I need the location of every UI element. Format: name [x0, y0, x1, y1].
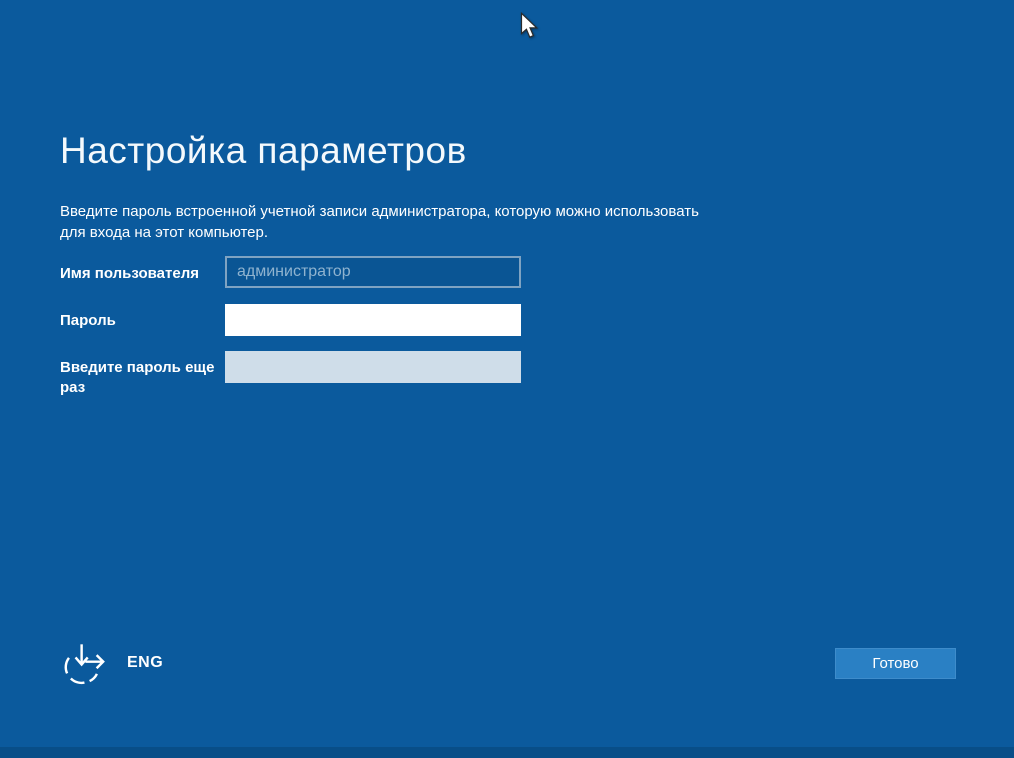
page-description-line2: для входа на этот компьютер.	[60, 222, 699, 243]
password-input[interactable]	[225, 304, 521, 336]
oobe-settings-screen: { "page": { "title": "Настройка параметр…	[0, 0, 1014, 758]
bottom-accent-strip	[0, 747, 1014, 758]
username-label: Имя пользователя	[60, 264, 199, 284]
confirm-password-input[interactable]	[225, 351, 521, 383]
confirm-password-label: Введите пароль еще раз	[60, 358, 215, 398]
language-indicator[interactable]: ENG	[127, 654, 163, 672]
page-title: Настройка параметров	[60, 130, 467, 172]
password-label: Пароль	[60, 311, 116, 331]
username-input[interactable]	[225, 256, 521, 288]
ease-of-access-icon[interactable]	[61, 641, 106, 687]
mouse-cursor-arrow	[520, 12, 539, 40]
finish-button[interactable]: Готово	[835, 648, 956, 679]
page-description-line1: Введите пароль встроенной учетной записи…	[60, 201, 699, 222]
page-description: Введите пароль встроенной учетной записи…	[60, 201, 699, 243]
